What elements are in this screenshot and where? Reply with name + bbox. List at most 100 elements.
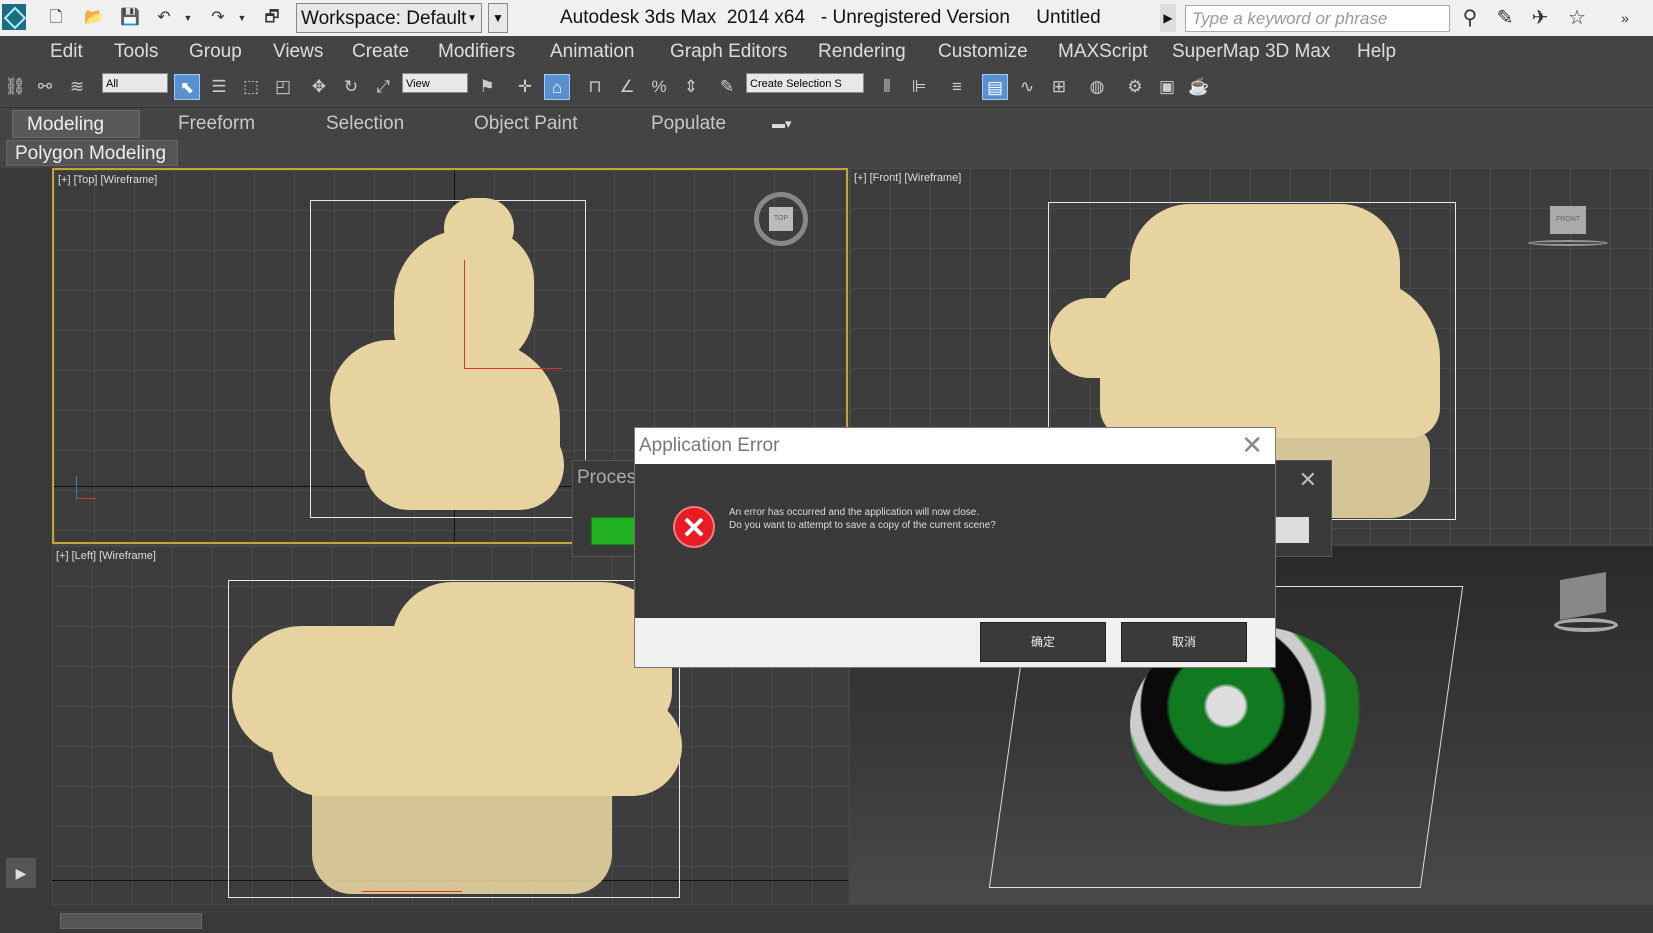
dialog-title: Proces <box>577 467 637 488</box>
undo-icon[interactable]: ↶ <box>154 8 174 28</box>
menu-animation[interactable]: Animation <box>550 36 635 67</box>
tab-object-paint[interactable]: Object Paint <box>474 110 578 138</box>
tab-modeling[interactable]: Modeling <box>12 110 140 138</box>
undo-dropdown-icon[interactable]: ▼ <box>178 8 198 28</box>
reference-coordinate-value: View <box>406 78 430 90</box>
schematic-view-icon[interactable]: ⊞ <box>1046 74 1072 100</box>
chevron-down-icon: ▼ <box>467 13 477 24</box>
percent-snap-icon[interactable]: % <box>646 74 672 100</box>
link-icon[interactable]: ⛓ <box>2 74 28 100</box>
tab-populate[interactable]: Populate <box>651 110 726 138</box>
viewport-label[interactable]: [+] [Front] [Wireframe] <box>854 172 961 184</box>
ok-button[interactable]: 确定 <box>980 622 1106 662</box>
close-icon[interactable]: ✕ <box>1299 467 1317 493</box>
new-file-icon[interactable]: 🗋 <box>46 8 66 28</box>
graphite-ribbon-icon[interactable]: ▤ <box>982 74 1008 100</box>
menu-supermap[interactable]: SuperMap 3D Max <box>1172 36 1330 67</box>
rendered-frame-window-icon[interactable]: ▣ <box>1154 74 1180 100</box>
viewcube-front[interactable]: FRONT <box>1550 206 1586 234</box>
viewcube-ring[interactable] <box>1528 240 1608 246</box>
menu-customize[interactable]: Customize <box>938 36 1028 67</box>
polygon-modeling-panel[interactable]: Polygon Modeling <box>6 140 178 166</box>
menu-graph-editors[interactable]: Graph Editors <box>670 36 787 67</box>
menu-modifiers[interactable]: Modifiers <box>438 36 515 67</box>
workspace-menu-button[interactable]: ▼ <box>488 3 508 33</box>
move-icon[interactable]: ✥ <box>306 74 332 100</box>
time-slider[interactable] <box>60 913 202 929</box>
viewport-label[interactable]: [+] [Top] [Wireframe] <box>58 174 157 186</box>
menu-rendering[interactable]: Rendering <box>818 36 906 67</box>
keyboard-shortcut-override-icon[interactable]: ⌂ <box>544 74 570 100</box>
viewport-label[interactable]: [+] [Left] [Wireframe] <box>56 550 156 562</box>
unlink-icon[interactable]: ⚯ <box>32 74 58 100</box>
selection-filter-dropdown[interactable]: All <box>102 73 168 93</box>
viewcube-ring[interactable] <box>1554 618 1618 632</box>
open-file-icon[interactable]: 📂 <box>84 8 104 28</box>
viewcube-perspective[interactable] <box>1560 571 1606 621</box>
angle-snap-icon[interactable]: ∠ <box>614 74 640 100</box>
error-message: An error has occurred and the applicatio… <box>729 506 996 532</box>
rectangular-selection-icon[interactable]: ⬚ <box>238 74 264 100</box>
window-crossing-icon[interactable]: ◰ <box>270 74 296 100</box>
menu-edit[interactable]: Edit <box>50 36 83 67</box>
named-selection-set-dropdown[interactable]: Create Selection S <box>746 73 864 93</box>
ribbon-options-icon[interactable]: ▬▾ <box>772 110 792 138</box>
workspace-label: Workspace: Default <box>301 8 467 29</box>
tab-freeform[interactable]: Freeform <box>178 110 255 138</box>
render-setup-icon[interactable]: ⚙ <box>1122 74 1148 100</box>
menu-views[interactable]: Views <box>273 36 323 67</box>
play-icon[interactable]: ▶ <box>6 858 36 888</box>
dialog-button[interactable] <box>1273 517 1309 543</box>
select-object-icon[interactable]: ⬉ <box>174 74 200 100</box>
workspace-dropdown[interactable]: Workspace: Default ▼ <box>296 3 482 33</box>
menu-help[interactable]: Help <box>1357 36 1396 67</box>
pivot-center-icon[interactable]: ⚑ <box>474 74 500 100</box>
menu-group[interactable]: Group <box>189 36 242 67</box>
tab-selection[interactable]: Selection <box>326 110 404 138</box>
curve-editor-icon[interactable]: ∿ <box>1014 74 1040 100</box>
search-expand-icon[interactable]: ▶ <box>1160 4 1176 32</box>
satellite-icon[interactable]: ✈ <box>1527 6 1553 30</box>
overflow-icon[interactable]: » <box>1612 6 1638 30</box>
binoculars-icon[interactable]: ⚲ <box>1457 6 1483 30</box>
save-icon[interactable]: 💾 <box>120 8 140 28</box>
status-bar <box>0 905 1653 933</box>
mirror-icon[interactable]: ⫴ <box>874 74 900 100</box>
gizmo-y-axis <box>464 260 465 368</box>
layer-manager-icon[interactable]: ≡ <box>944 74 970 100</box>
menu-create[interactable]: Create <box>352 36 409 67</box>
rotate-icon[interactable]: ↻ <box>338 74 364 100</box>
redo-icon[interactable]: ↷ <box>208 8 228 28</box>
gizmo-x-axis <box>464 368 562 369</box>
select-manipulate-icon[interactable]: ✛ <box>512 74 538 100</box>
edit-named-selection-icon[interactable]: ✎ <box>714 74 740 100</box>
communication-center-icon[interactable]: ✎ <box>1492 6 1518 30</box>
snaps-toggle-icon[interactable]: ⊓ <box>582 74 608 100</box>
viewcube-top[interactable]: TOP <box>769 207 793 231</box>
scale-icon[interactable]: ⤢ <box>370 74 396 100</box>
left-strip: ▶ <box>0 168 52 933</box>
shrub-model <box>364 420 564 510</box>
menu-tools[interactable]: Tools <box>114 36 158 67</box>
application-error-dialog: Application Error ✕ ✕ An error has occur… <box>634 427 1276 668</box>
material-editor-icon[interactable]: ◍ <box>1084 74 1110 100</box>
favorites-star-icon[interactable]: ☆ <box>1564 6 1590 30</box>
project-folder-icon[interactable]: 🗗 <box>262 8 282 28</box>
redo-dropdown-icon[interactable]: ▼ <box>232 8 252 28</box>
gizmo-x-axis <box>362 891 462 892</box>
cancel-button[interactable]: 取消 <box>1121 622 1247 662</box>
viewcube-ring[interactable]: TOP <box>754 192 808 246</box>
dialog-title: Application Error <box>639 435 780 456</box>
render-production-icon[interactable]: ☕ <box>1186 74 1212 100</box>
app-logo-icon[interactable] <box>2 4 26 30</box>
spinner-snap-icon[interactable]: ⇕ <box>678 74 704 100</box>
error-line-2: Do you want to attempt to save a copy of… <box>729 520 996 531</box>
align-icon[interactable]: ⊫ <box>906 74 932 100</box>
reference-coordinate-dropdown[interactable]: View <box>402 73 468 93</box>
select-by-name-icon[interactable]: ☰ <box>206 74 232 100</box>
close-icon[interactable]: ✕ <box>1241 430 1263 461</box>
search-input[interactable]: Type a keyword or phrase <box>1185 5 1450 32</box>
bind-spacewarp-icon[interactable]: ≋ <box>64 74 90 100</box>
shrub-model <box>1100 278 1440 438</box>
menu-maxscript[interactable]: MAXScript <box>1058 36 1148 67</box>
